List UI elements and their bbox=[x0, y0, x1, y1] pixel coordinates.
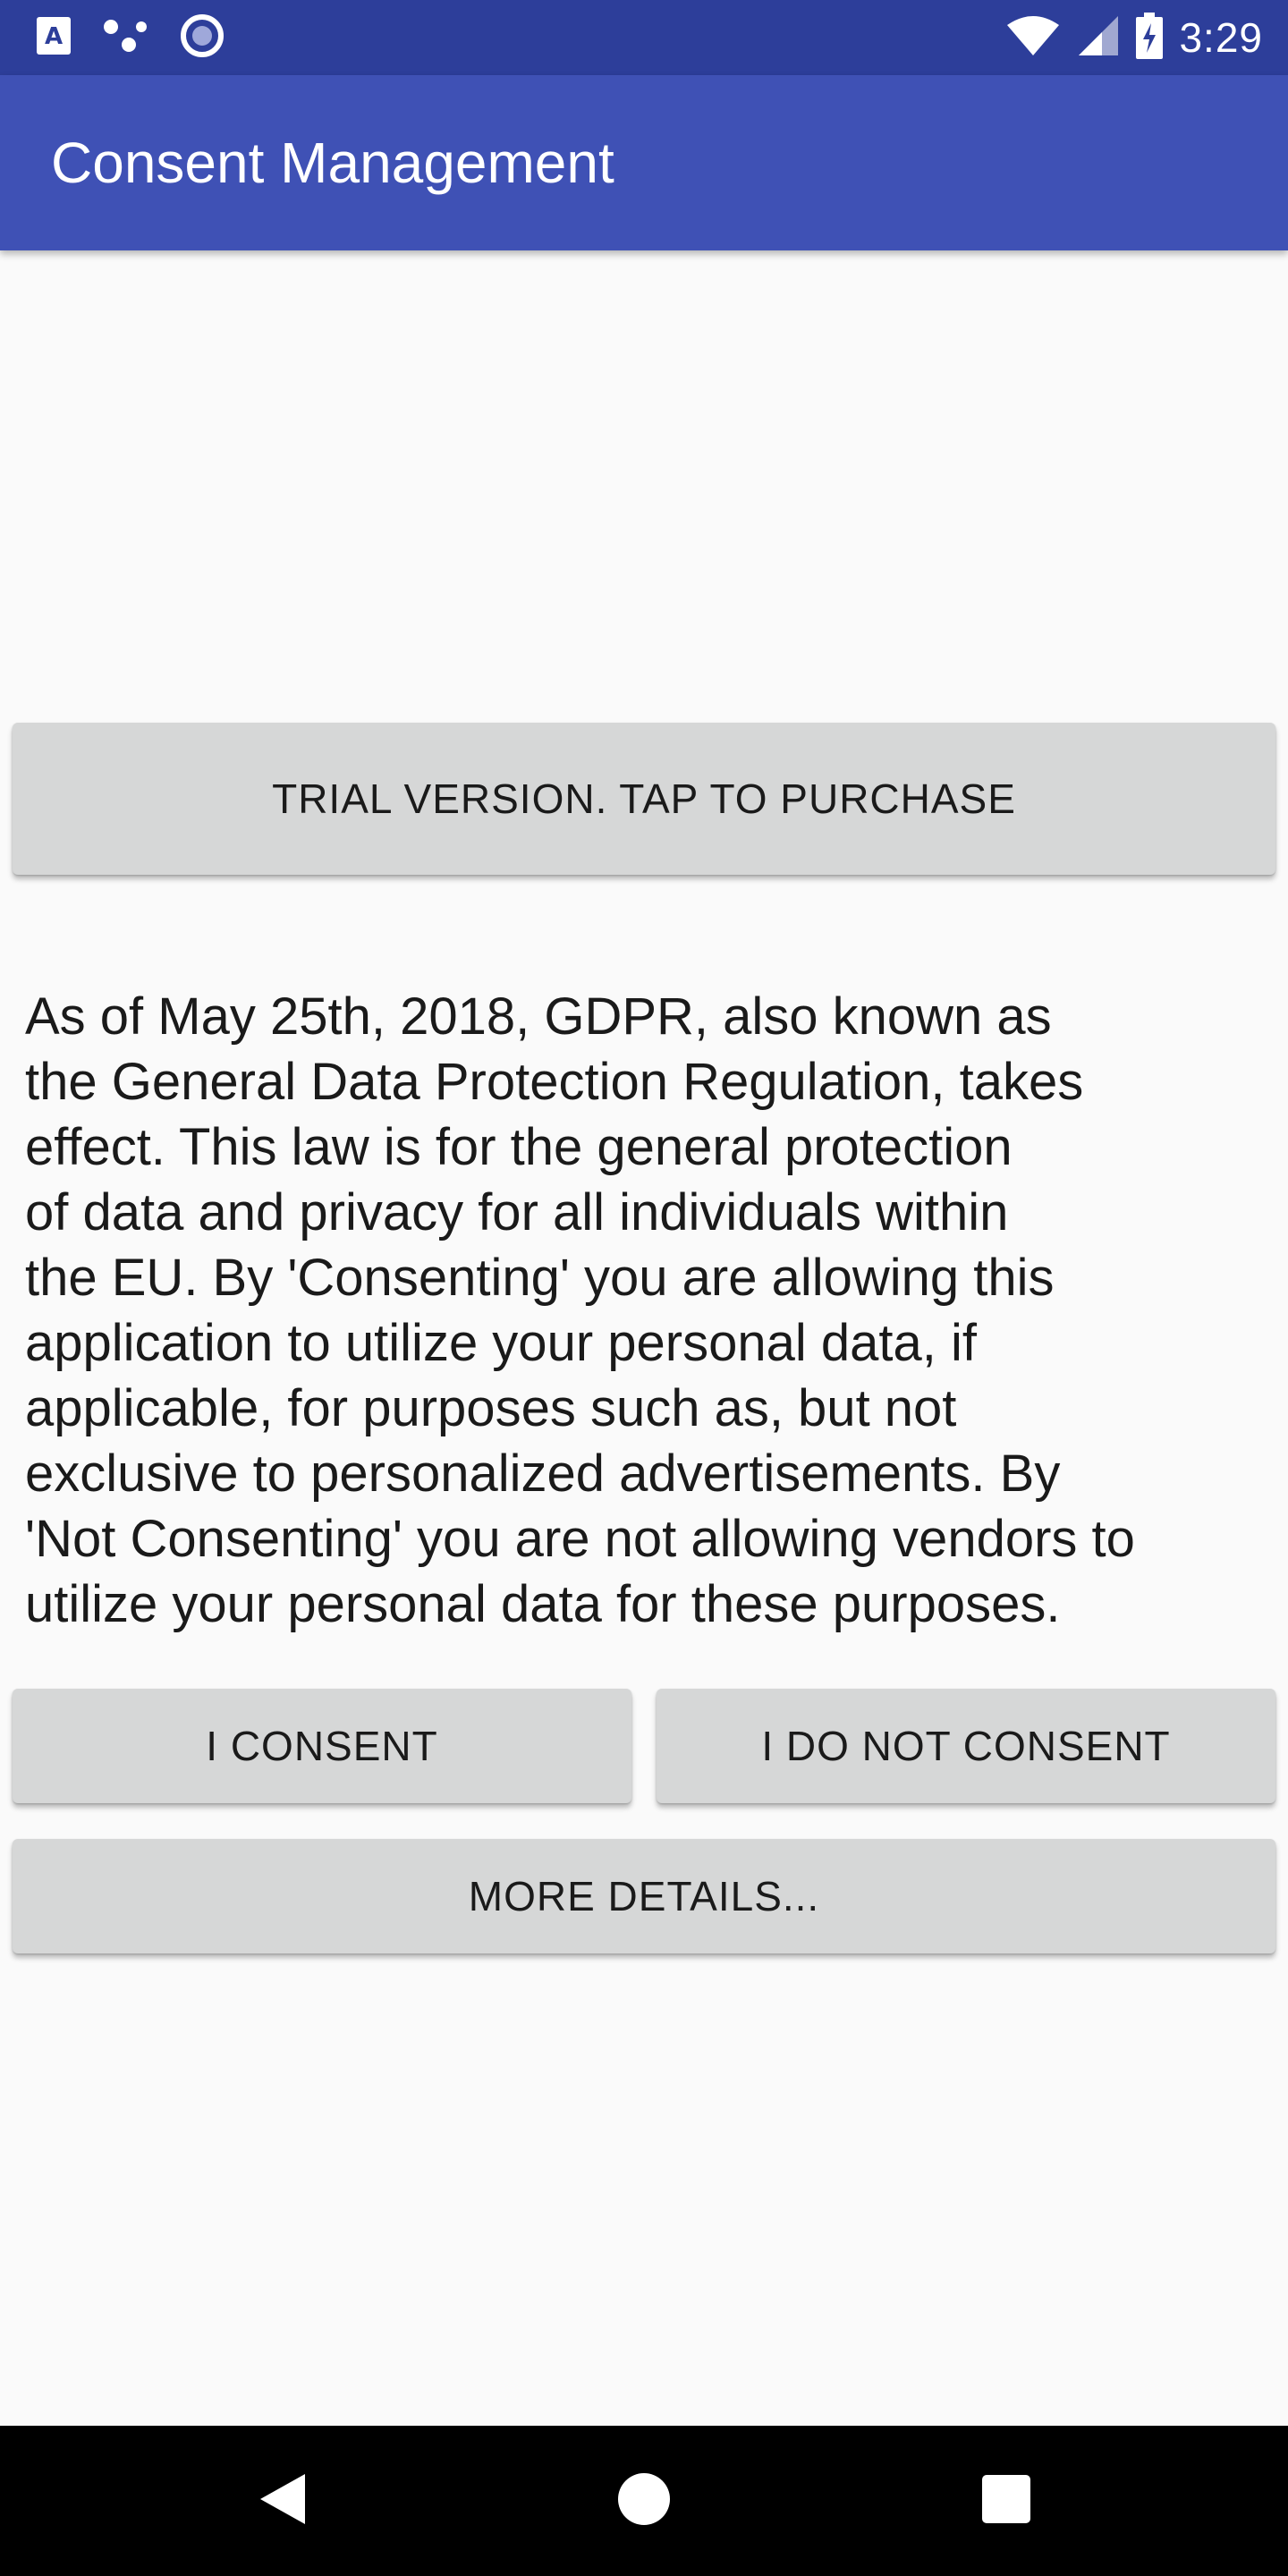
consent-button[interactable]: I CONSENT bbox=[13, 1689, 631, 1803]
svg-text:A: A bbox=[45, 23, 63, 50]
more-details-button[interactable]: MORE DETAILS... bbox=[13, 1839, 1275, 1953]
nav-back-button[interactable] bbox=[192, 2426, 371, 2576]
app-bar: Consent Management bbox=[0, 75, 1288, 250]
recents-icon bbox=[982, 2474, 1030, 2528]
gdpr-description-text: As of May 25th, 2018, GDPR, also known a… bbox=[25, 987, 1135, 1633]
status-bar: A 3:29 bbox=[0, 0, 1288, 75]
status-bar-right: 3:29 bbox=[1005, 12, 1263, 64]
circle-record-icon bbox=[179, 13, 225, 64]
battery-charging-icon bbox=[1136, 12, 1164, 64]
status-bar-left-icons: A bbox=[36, 13, 225, 64]
navigation-bar bbox=[0, 2426, 1288, 2576]
dots-icon bbox=[102, 16, 148, 60]
nav-recents-button[interactable] bbox=[917, 2426, 1096, 2576]
status-time: 3:29 bbox=[1179, 14, 1263, 61]
page-title: Consent Management bbox=[51, 131, 614, 195]
cell-signal-icon bbox=[1077, 14, 1120, 62]
wifi-icon bbox=[1005, 14, 1061, 62]
nav-home-button[interactable] bbox=[555, 2426, 733, 2576]
font-a-icon: A bbox=[36, 16, 72, 60]
back-icon bbox=[257, 2472, 307, 2530]
trial-purchase-button[interactable]: TRIAL VERSION. TAP TO PURCHASE bbox=[13, 723, 1275, 875]
do-not-consent-button[interactable]: I DO NOT CONSENT bbox=[657, 1689, 1275, 1803]
home-icon bbox=[617, 2472, 671, 2530]
